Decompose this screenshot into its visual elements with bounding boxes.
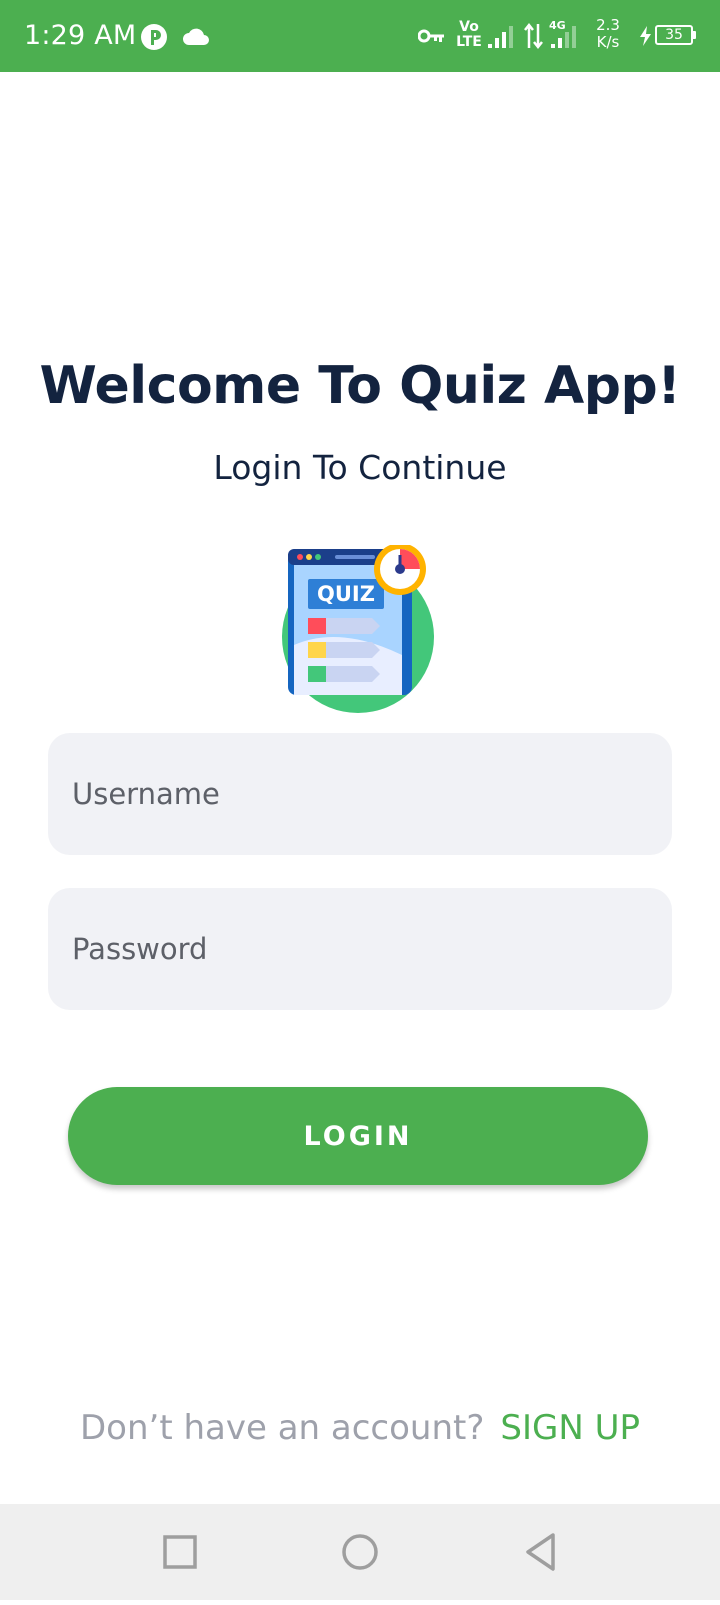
network-speed: 2.3 K/s [590, 18, 626, 50]
home-button[interactable] [312, 1504, 408, 1600]
status-time: 1:29 AM [24, 20, 137, 51]
battery-nub [693, 31, 696, 39]
back-icon [526, 1533, 555, 1571]
charging-icon [640, 26, 651, 46]
vpn-key-icon [418, 29, 444, 43]
home-icon [342, 1534, 378, 1570]
signup-row: Don’t have an account? SIGN UP [0, 1408, 720, 1448]
data-arrows-icon [524, 22, 543, 50]
signal-4g-icon [551, 26, 576, 48]
network-speed-unit: K/s [596, 33, 620, 51]
username-field[interactable] [48, 733, 672, 855]
page-title: Welcome To Quiz App! [39, 356, 681, 416]
battery-level: 35 [665, 27, 683, 43]
username-input[interactable] [72, 733, 642, 855]
pinterest-icon [141, 24, 167, 50]
quiz-logo-text: QUIZ [317, 582, 375, 606]
quiz-logo-icon: QUIZ [282, 545, 434, 713]
signal-icon [488, 26, 513, 48]
battery-icon: 35 [655, 25, 693, 45]
recents-button[interactable] [132, 1504, 228, 1600]
network-speed-value: 2.3 [596, 16, 620, 34]
signup-prompt: Don’t have an account? [80, 1408, 485, 1448]
back-button[interactable] [492, 1504, 588, 1600]
status-bar: 1:29 AM Vo LTE 4G 2.3 K/s 35 [0, 0, 720, 72]
page-subtitle: Login To Continue [213, 448, 507, 487]
login-button-label: LOGIN [303, 1120, 413, 1152]
recents-icon [163, 1535, 197, 1569]
navigation-bar [0, 1504, 720, 1600]
password-field[interactable] [48, 888, 672, 1010]
password-input[interactable] [72, 888, 642, 1010]
login-button[interactable]: LOGIN [68, 1087, 648, 1185]
signup-link[interactable]: SIGN UP [500, 1408, 640, 1448]
volte-top-label: Vo [459, 19, 479, 35]
volte-icon: Vo LTE [454, 20, 484, 49]
volte-bottom-label: LTE [456, 34, 482, 50]
cloud-icon [183, 28, 209, 45]
